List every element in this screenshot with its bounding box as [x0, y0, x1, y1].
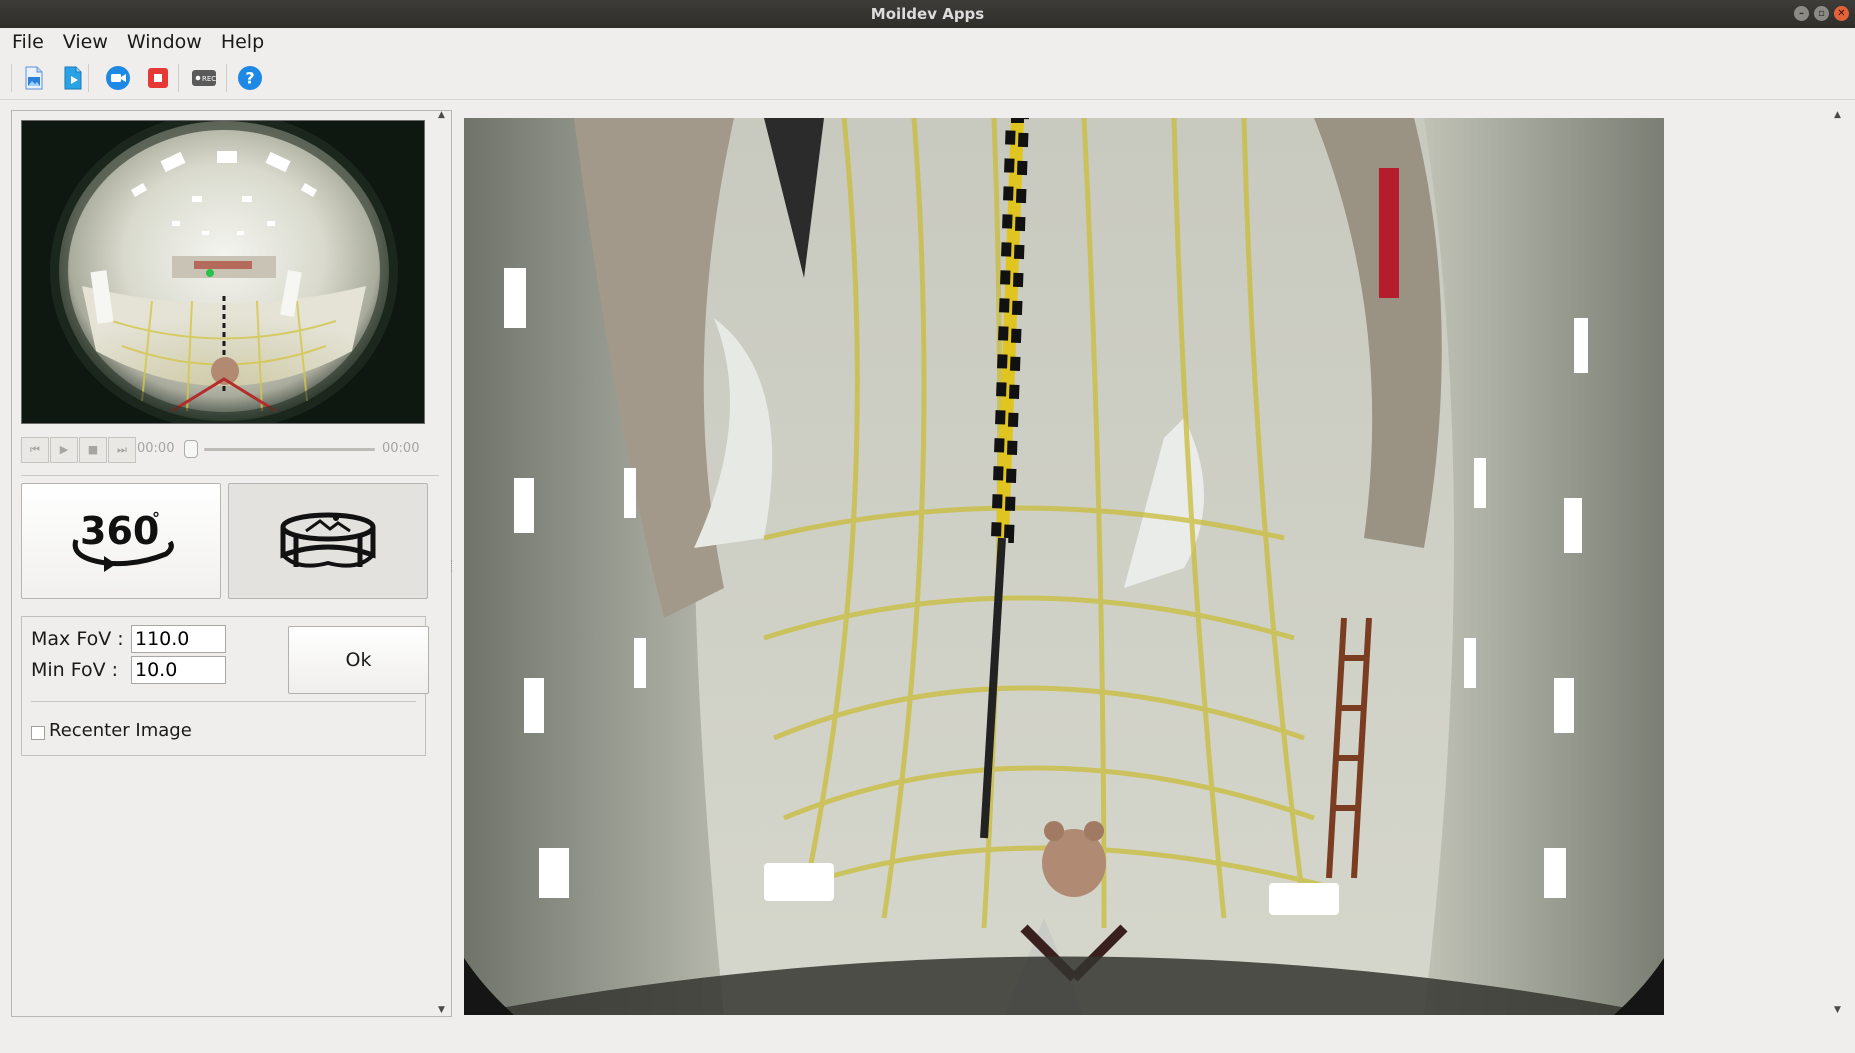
max-fov-input[interactable]	[131, 625, 226, 653]
panorama-degree-label: °	[152, 509, 160, 528]
scroll-down-icon[interactable]: ▼	[438, 1005, 445, 1015]
fov-settings: Max FoV : Min FoV : Ok Recenter Image	[21, 616, 429, 756]
menu-file[interactable]: File	[6, 31, 51, 53]
recenter-label: Recenter Image	[49, 720, 192, 741]
status-bar	[0, 1020, 1855, 1053]
min-fov-input[interactable]	[131, 656, 226, 684]
menu-window[interactable]: Window	[121, 31, 209, 53]
main-scroll-down-icon[interactable]: ▼	[1834, 1005, 1841, 1015]
main-scroll-up-icon[interactable]: ▲	[1834, 110, 1841, 120]
open-video-button[interactable]	[60, 65, 86, 91]
title-bar: Moildev Apps – ▫ ✕	[0, 0, 1855, 28]
skip-back-icon: ⏮	[30, 443, 40, 456]
panorama-view-button[interactable]	[228, 483, 428, 599]
stop-button[interactable]	[145, 65, 171, 91]
svg-text:REC: REC	[202, 75, 216, 83]
open-image-button[interactable]	[21, 65, 47, 91]
min-fov-label: Min FoV :	[31, 659, 119, 681]
toolbar: REC ?	[0, 56, 1855, 100]
fov-divider	[31, 701, 416, 702]
panorama-view-icon	[280, 512, 376, 568]
svg-text:?: ?	[245, 69, 254, 88]
ok-label: Ok	[345, 649, 372, 671]
skip-forward-button[interactable]: ⏭	[108, 437, 136, 463]
scroll-up-icon[interactable]: ▲	[438, 110, 445, 120]
panorama-image	[464, 118, 1664, 1015]
recenter-checkbox[interactable]	[31, 726, 45, 740]
help-icon: ?	[238, 66, 262, 90]
open-camera-button[interactable]	[105, 65, 131, 91]
main-view-scrollbar[interactable]: ▲ ▼	[1833, 110, 1845, 1015]
panorama-360-button[interactable]: 360 °	[21, 483, 221, 599]
divider	[21, 475, 439, 476]
seek-track[interactable]	[204, 448, 375, 451]
play-button[interactable]: ▶	[50, 437, 78, 463]
record-button[interactable]: REC	[191, 65, 217, 91]
control-panel: ⏮ ▶ ■ ⏭ 00:00 00:00 360 ° Max FoV : Min	[11, 110, 452, 1017]
stop-video-icon: ■	[87, 443, 99, 456]
maximize-icon[interactable]: ▫	[1814, 6, 1829, 21]
minimize-icon[interactable]: –	[1794, 6, 1809, 21]
rotate-360-icon: 360 °	[72, 509, 174, 572]
window-controls: – ▫ ✕	[1794, 6, 1849, 21]
video-file-icon	[64, 66, 82, 90]
image-file-icon	[25, 66, 43, 90]
left-panel-scrollbar[interactable]: ▲ ▼	[437, 110, 449, 1015]
current-time: 00:00	[137, 441, 175, 456]
menu-bar: File View Window Help	[0, 28, 1855, 55]
record-icon: REC	[192, 70, 216, 86]
max-fov-label: Max FoV :	[31, 628, 124, 650]
total-time: 00:00	[382, 441, 420, 456]
play-icon: ▶	[59, 443, 69, 456]
menu-help[interactable]: Help	[215, 31, 271, 53]
window-title: Moildev Apps	[870, 5, 985, 23]
panorama-view	[464, 118, 1664, 1015]
fisheye-preview	[21, 120, 425, 424]
ok-button[interactable]: Ok	[288, 626, 429, 694]
stop-icon	[148, 68, 168, 88]
panorama-360-label: 360	[80, 509, 159, 553]
skip-forward-icon: ⏭	[117, 443, 127, 456]
seek-handle[interactable]	[184, 440, 198, 458]
help-button[interactable]: ?	[237, 65, 263, 91]
fisheye-image	[22, 121, 424, 423]
video-player-controls: ⏮ ▶ ■ ⏭ 00:00 00:00	[21, 437, 423, 465]
close-icon[interactable]: ✕	[1834, 6, 1849, 21]
splitter-handle[interactable]	[451, 560, 454, 572]
stop-video-button[interactable]: ■	[79, 437, 107, 463]
menu-view[interactable]: View	[57, 31, 115, 53]
toolbar-grip	[11, 64, 12, 92]
camera-icon	[106, 66, 130, 90]
skip-back-button[interactable]: ⏮	[21, 437, 49, 463]
